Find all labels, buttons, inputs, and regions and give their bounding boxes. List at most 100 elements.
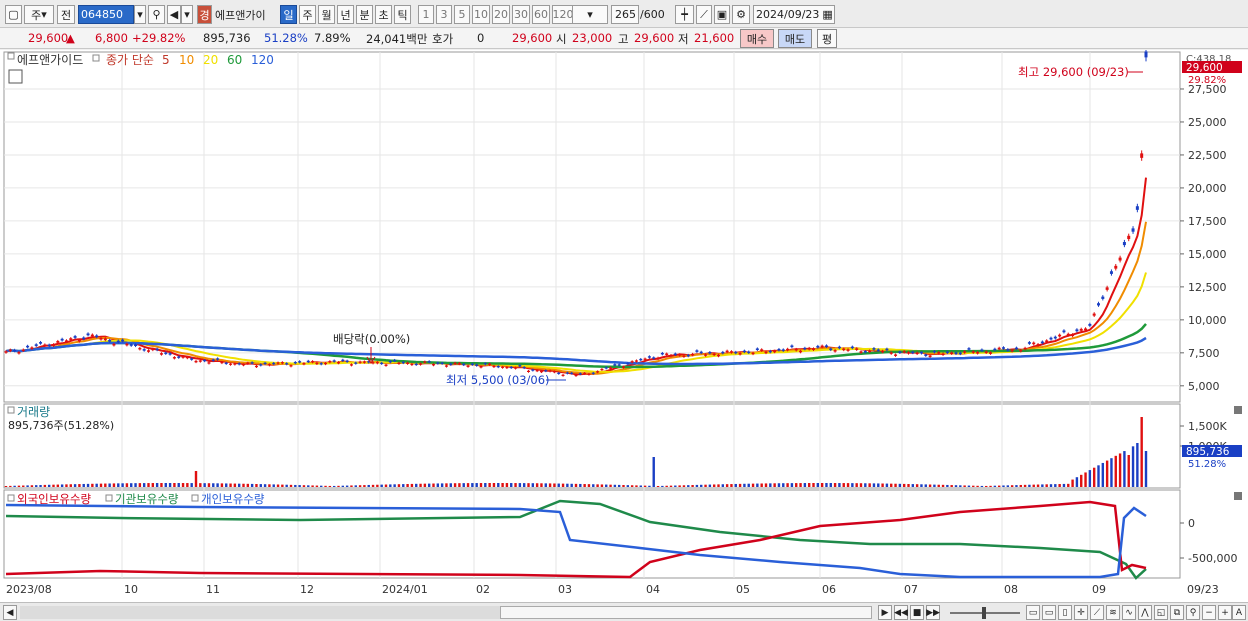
volume-bar [242,483,245,487]
volume-bar [389,484,392,487]
sound-dropdown-icon[interactable]: ▾ [181,5,193,24]
ma-legend: 5 10 20 60 120 [162,53,274,67]
fast-forward-icon[interactable]: ▶▶ [926,605,940,620]
volume-bar [47,484,51,487]
count-input[interactable]: 265 [611,5,639,24]
candle-body [483,363,487,365]
play-icon[interactable]: ▶ [878,605,892,620]
volume-bar [1101,462,1105,487]
sound-icon[interactable]: ◀ [167,5,181,24]
copy-icon[interactable]: ⧉ [1170,605,1184,620]
candle-body [557,372,561,374]
ruler-icon[interactable]: ◱ [1154,605,1168,620]
draw-line-icon[interactable]: ⟋ [696,5,712,24]
window-cascade-icon[interactable]: ▭ [1026,605,1040,620]
volume-bar [622,485,625,487]
time-tick-label: 2023/08 [6,583,52,596]
interval-button[interactable]: 30 [512,5,530,24]
interval-button[interactable]: 60 [532,5,550,24]
chart-canvas[interactable]: 27,50025,00022,50020,00017,50015,00012,5… [0,47,1248,602]
table-icon[interactable] [8,69,23,84]
volume-bar [104,483,107,487]
volume-bar [678,485,681,487]
quote-bar: 29,600 ▲ 6,800 +29.82% 895,736 51.28% 7.… [0,28,1248,49]
scroll-track[interactable] [20,606,500,619]
zoom-slider-handle[interactable] [982,607,986,619]
scroll-left-icon[interactable]: ◀ [3,605,17,620]
code-dropdown-icon[interactable]: ▾ [134,5,146,24]
volume-bar [1036,484,1040,487]
window-tile-icon[interactable]: ▭ [1042,605,1056,620]
pattern-icon[interactable]: ⋀ [1138,605,1152,620]
market-select[interactable]: 주 ▾ [24,5,54,24]
calendar-icon[interactable]: ▦ [822,8,832,21]
buy-button[interactable]: 매수 [740,29,774,48]
change-percent: +29.82% [132,31,186,45]
crosshair-icon[interactable]: ✛ [1074,605,1088,620]
candle-icon[interactable]: ┿ [675,5,694,24]
interval-button[interactable]: 5 [454,5,470,24]
period-button[interactable]: 월 [318,5,335,24]
zoom-out-icon[interactable]: − [1202,605,1216,620]
interval-select[interactable]: ▾ [572,5,608,24]
interval-button[interactable]: 3 [436,5,452,24]
wave-icon[interactable]: ∿ [1122,605,1136,620]
interval-button[interactable]: 20 [492,5,510,24]
zoom-icon[interactable]: ⚲ [1186,605,1200,620]
trend-icon[interactable]: ⟋ [1090,605,1104,620]
candle-body [164,352,168,354]
period-button[interactable]: 주 [299,5,316,24]
candle-body [34,344,38,346]
high-price: 29,600 [634,31,675,45]
volume-bar [13,485,16,487]
interval-button[interactable]: 10 [472,5,490,24]
fib-icon[interactable]: ≋ [1106,605,1120,620]
sell-button[interactable]: 매도 [778,29,812,48]
window-icon[interactable]: ▢ [5,5,22,24]
candle-body [691,353,695,356]
vol-legend-box-icon [7,406,15,414]
font-icon[interactable]: A [1232,605,1246,620]
bottom-scrollbar[interactable]: ◀ ▶ ◀◀ ■ ▶▶ ▭ ▭ ▯ ✛ ⟋ ≋ ∿ ⋀ ◱ ⧉ ⚲ − + A [0,602,1248,621]
zoom-in-icon[interactable]: + [1218,605,1232,620]
volume-bar [665,485,668,487]
window-split-icon[interactable]: ▯ [1058,605,1072,620]
hold-panel-close-icon[interactable] [1234,492,1242,500]
gear-icon[interactable]: ⚙ [732,5,750,24]
period-button[interactable]: 초 [375,5,392,24]
trade-amount: 24,041백만 [366,32,428,46]
period-button[interactable]: 일 [280,5,297,24]
save-icon[interactable]: ▣ [714,5,730,24]
volume-bar [95,483,98,487]
volume-bar [747,483,750,487]
period-button[interactable]: 틱 [394,5,411,24]
period-button[interactable]: 년 [337,5,354,24]
candle-body [712,353,716,356]
period-button[interactable]: 분 [356,5,373,24]
volume-bar [138,483,142,487]
price-tick-label: 5,000 [1188,380,1220,393]
candle-body [229,363,233,365]
chart-area[interactable]: 27,500 25,000 22,500 20,000 17,500 15,000 12,5… [0,47,1248,602]
search-icon[interactable]: ⚲ [148,5,165,24]
date-input[interactable]: 2024/09/23 ▦ [753,5,835,24]
candle-body [138,347,142,350]
eval-button[interactable]: 평 [817,29,837,48]
volume-bar [1032,484,1035,487]
scroll-thumb[interactable] [500,606,872,619]
interval-button[interactable]: 1 [418,5,434,24]
stock-code-input[interactable]: 064850 [78,5,134,24]
interval-button[interactable]: 120 [552,5,574,24]
volume-bar [276,484,280,487]
stop-icon[interactable]: ■ [910,605,924,620]
vol-panel-close-icon[interactable] [1234,406,1242,414]
prev-button[interactable]: 전 [57,5,75,24]
volume-bar [587,484,591,487]
volume-bar [1006,485,1010,487]
candle-body [578,373,582,375]
rewind-icon[interactable]: ◀◀ [894,605,908,620]
volume-bar [626,485,630,487]
candle-body [812,348,815,350]
time-tick-label: 2024/01 [382,583,428,596]
candle-body [552,371,556,373]
